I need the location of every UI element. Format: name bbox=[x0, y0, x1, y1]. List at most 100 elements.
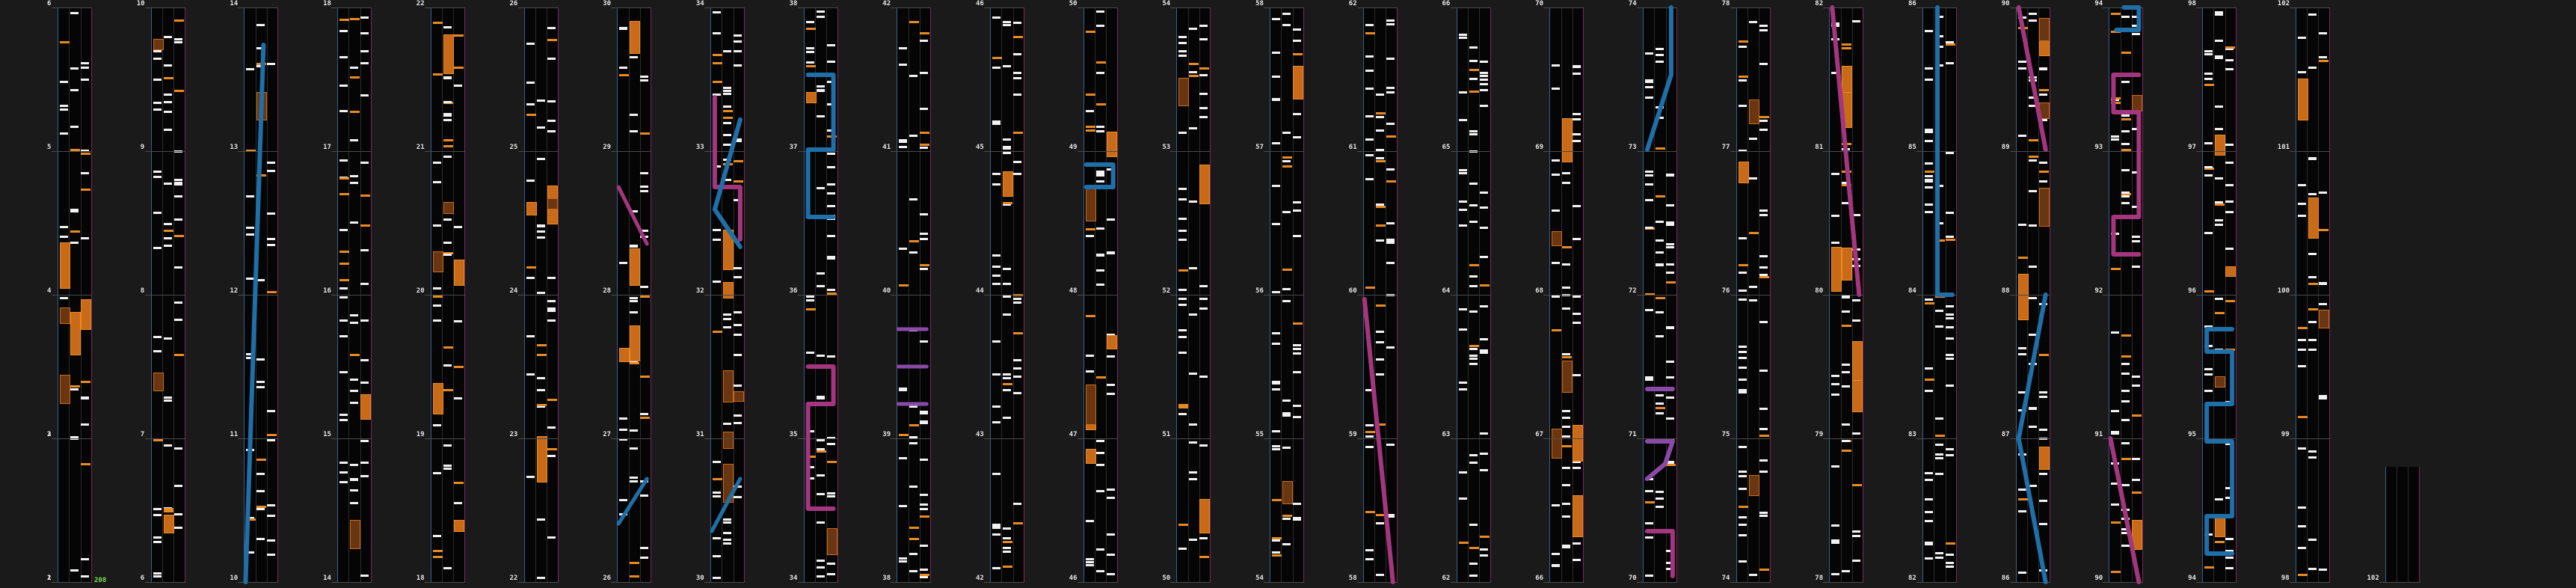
tap-note bbox=[733, 485, 742, 488]
tap-note bbox=[2121, 484, 2130, 487]
measure-number: 72 bbox=[1628, 287, 1637, 295]
tap-note bbox=[619, 512, 628, 515]
measure-number: 19 bbox=[416, 431, 425, 438]
orange-note bbox=[1842, 450, 1852, 453]
tap-note bbox=[163, 183, 172, 186]
tap-note bbox=[1365, 446, 1374, 449]
tap-note bbox=[153, 514, 162, 516]
tap-note bbox=[1842, 364, 1851, 367]
tap-note bbox=[733, 311, 742, 314]
orange-note bbox=[816, 450, 826, 453]
tap-note bbox=[1655, 334, 1664, 337]
measure-number: 102 bbox=[2367, 575, 2379, 582]
tap-note bbox=[1759, 369, 1768, 372]
tap-note bbox=[1842, 423, 1851, 426]
tap-note bbox=[1655, 412, 1664, 415]
tap-note bbox=[816, 492, 825, 495]
tap-note bbox=[1562, 286, 1571, 289]
hold-note bbox=[722, 463, 734, 503]
measure-number: 47 bbox=[1069, 431, 1078, 438]
tap-note bbox=[733, 266, 742, 269]
tap-note bbox=[992, 254, 1000, 257]
tap-note bbox=[1469, 355, 1478, 358]
tap-note bbox=[1925, 67, 1933, 70]
tap-note bbox=[816, 10, 825, 13]
orange-note bbox=[909, 20, 920, 23]
orange-note bbox=[432, 295, 443, 298]
measure-line bbox=[611, 582, 652, 583]
measure-number: 65 bbox=[1442, 144, 1451, 151]
measure-number: 42 bbox=[882, 0, 891, 7]
tap-note bbox=[1831, 172, 1840, 175]
tap-note bbox=[1106, 489, 1115, 491]
tap-note bbox=[267, 243, 276, 246]
tap-note bbox=[350, 464, 359, 467]
tap-note bbox=[2028, 265, 2037, 268]
tap-note bbox=[443, 114, 452, 117]
hold-note bbox=[81, 298, 91, 331]
tap-note bbox=[339, 319, 348, 322]
tap-note bbox=[2297, 71, 2306, 74]
tap-note bbox=[2121, 362, 2130, 365]
measure-number: 44 bbox=[976, 287, 984, 295]
orange-note bbox=[722, 117, 733, 120]
orange-note bbox=[1282, 165, 1293, 168]
tap-note bbox=[1738, 488, 1747, 491]
tap-note bbox=[1925, 541, 1933, 544]
tap-note bbox=[1293, 28, 1302, 31]
measure-line bbox=[2289, 582, 2330, 583]
tap-note bbox=[173, 195, 182, 197]
tap-note bbox=[2038, 396, 2047, 399]
tap-note bbox=[2028, 408, 2037, 411]
orange-note bbox=[1644, 530, 1655, 533]
tap-note bbox=[2225, 161, 2234, 164]
tap-note bbox=[2028, 76, 2037, 79]
tap-note bbox=[1272, 141, 1281, 144]
orange-note bbox=[2121, 334, 2132, 337]
tap-note bbox=[1665, 417, 1674, 420]
tap-note bbox=[1095, 227, 1104, 230]
tap-note bbox=[1365, 87, 1374, 90]
tap-note bbox=[360, 32, 369, 35]
measure-number: 15 bbox=[323, 431, 331, 438]
tap-note bbox=[360, 49, 369, 52]
tap-note bbox=[899, 145, 908, 148]
hold-note bbox=[2132, 520, 2143, 550]
orange-note bbox=[339, 192, 350, 195]
tap-note bbox=[826, 192, 835, 195]
tap-note bbox=[619, 262, 628, 265]
lane-column: 78 77 76 75 74 bbox=[1722, 1, 1771, 583]
measure-number: 94 bbox=[2188, 575, 2196, 582]
lane-column: 18 17 16 15 14 bbox=[323, 1, 372, 583]
orange-note bbox=[1095, 376, 1106, 379]
measure-number: 17 bbox=[323, 144, 331, 151]
tap-note bbox=[1178, 413, 1187, 416]
tap-note bbox=[992, 67, 1000, 70]
orange-note bbox=[350, 110, 360, 113]
tap-note bbox=[1272, 382, 1281, 385]
tap-note bbox=[816, 15, 825, 18]
tap-note bbox=[1946, 337, 1954, 340]
tap-note bbox=[2204, 367, 2213, 370]
tap-note bbox=[2308, 349, 2317, 352]
orange-note bbox=[1272, 498, 1282, 501]
measure-line bbox=[984, 7, 1024, 8]
tap-note bbox=[640, 413, 649, 416]
tap-note bbox=[816, 521, 825, 524]
orange-note bbox=[2215, 203, 2225, 206]
measure-line bbox=[144, 7, 185, 8]
orange-note bbox=[1946, 239, 1955, 242]
measure-line bbox=[1077, 151, 1118, 152]
tap-note bbox=[443, 464, 452, 467]
tap-note bbox=[81, 236, 89, 239]
tap-note bbox=[1365, 138, 1374, 141]
tap-note bbox=[1831, 215, 1840, 218]
tap-note bbox=[153, 49, 162, 52]
tap-note bbox=[70, 241, 79, 244]
hold-note bbox=[1199, 165, 1211, 205]
orange-note bbox=[1469, 344, 1479, 347]
hold-note bbox=[1748, 475, 1759, 496]
orange-note bbox=[350, 18, 360, 21]
tap-note bbox=[1386, 240, 1395, 243]
tap-note bbox=[1282, 399, 1291, 402]
